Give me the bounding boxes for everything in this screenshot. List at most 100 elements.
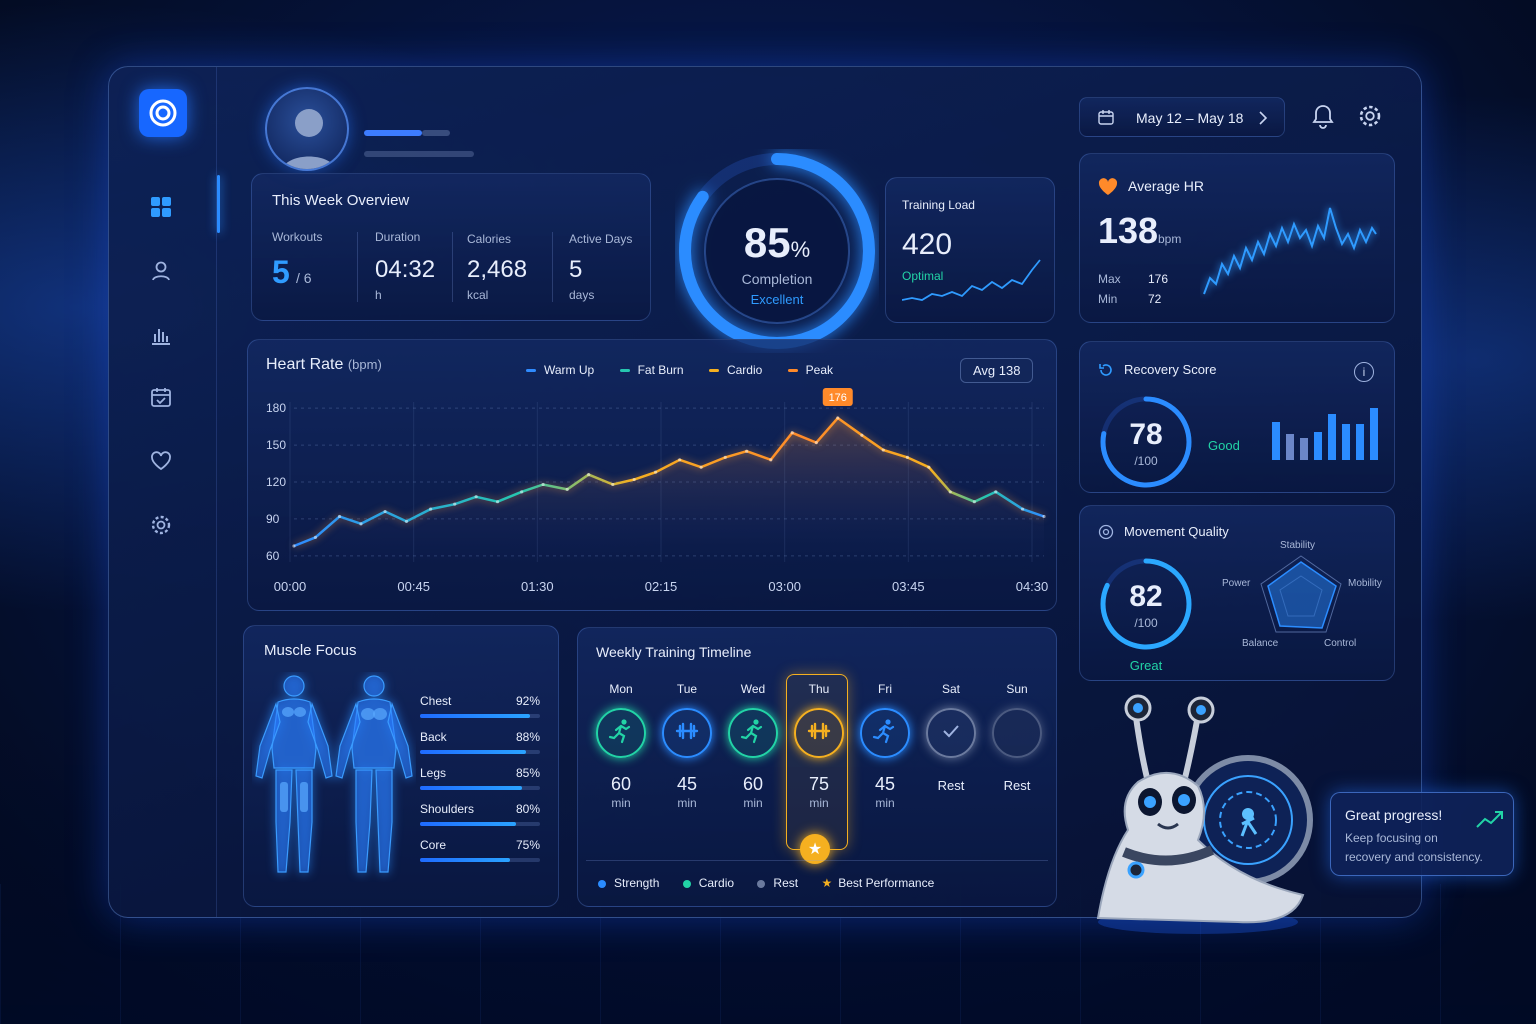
timeline-day-wed[interactable]: Wed 60 min: [726, 682, 780, 822]
muscle-pct: 92%: [515, 694, 540, 708]
timeline-day-sun[interactable]: Sun Rest: [990, 682, 1044, 822]
nav-analytics[interactable]: [147, 321, 175, 349]
dashboard-grid-icon: [151, 197, 171, 217]
hr-data-point: [520, 490, 524, 494]
completion-status: Excellent: [750, 292, 804, 307]
day-value: 45: [676, 774, 698, 794]
profile-name-placeholder-rest: [422, 130, 450, 136]
legend-cardio: Cardio: [682, 876, 734, 890]
hr-data-point: [994, 490, 998, 494]
heart-rate-title: Heart Rate (bpm): [266, 356, 382, 374]
legend-label: Peak: [805, 363, 834, 377]
x-tick-label: 00:00: [274, 579, 307, 594]
bell-icon[interactable]: [1311, 103, 1335, 129]
timeline-day-fri[interactable]: Fri 45 min: [858, 682, 912, 822]
muscle-body-figure: [255, 675, 413, 873]
chevron-right-icon[interactable]: [1258, 111, 1268, 125]
stat-label: Workouts: [272, 230, 323, 244]
timeline-day-mon[interactable]: Mon 60 min: [594, 682, 648, 822]
weekly-timeline-card: Weekly Training Timeline Mon 60 min Tue 45 mi…: [577, 627, 1057, 907]
stat-sub: / 6: [296, 270, 312, 286]
muscle-bar-fill: [420, 858, 510, 862]
day-activity-circle: [662, 708, 712, 758]
day-label: Sat: [941, 682, 960, 696]
avatar[interactable]: [265, 87, 349, 171]
legend-item: Warm Up: [526, 363, 594, 377]
nav-profile[interactable]: [147, 257, 175, 285]
timeline-day-sat[interactable]: Sat Rest: [924, 682, 978, 822]
hr-data-point: [927, 465, 931, 469]
legend-item: Fat Burn: [619, 363, 684, 377]
nav-dashboard[interactable]: [147, 193, 175, 221]
hr-data-point: [359, 522, 363, 526]
muscle-bar: [420, 858, 540, 862]
y-tick-label: 90: [266, 512, 280, 526]
settings-gear-icon[interactable]: [1358, 104, 1382, 128]
day-value: 45: [874, 774, 896, 794]
timeline-day-thu[interactable]: Thu 75 min: [792, 682, 846, 822]
recovery-status: Good: [1208, 438, 1240, 453]
day-label: Thu: [808, 682, 830, 696]
gear-icon: [151, 515, 171, 535]
radar-axis-mobility: Mobility: [1348, 578, 1382, 589]
day-activity-circle: [794, 708, 844, 758]
muscle-name: Shoulders: [420, 802, 475, 816]
x-tick-label: 00:45: [397, 579, 430, 594]
hr-data-point: [565, 487, 569, 491]
hr-data-point: [814, 441, 818, 445]
recovery-denominator: /100: [1134, 454, 1158, 468]
movement-denominator: /100: [1134, 616, 1158, 630]
x-tick-label: 01:30: [521, 579, 554, 594]
divider: [452, 232, 453, 302]
radar-axis-control: Control: [1324, 638, 1357, 649]
legend-best: ★ Best Performance: [821, 876, 934, 890]
stat-sub: days: [569, 288, 595, 302]
trend-up-icon: [1476, 811, 1503, 828]
dumbbell-icon: [674, 718, 700, 749]
divider: [552, 232, 553, 302]
date-range-picker[interactable]: May 12 – May 18: [1079, 97, 1285, 137]
stat-label: Duration: [375, 230, 421, 244]
dumbbell-icon: [806, 718, 832, 749]
week-overview-card: This Week Overview Workouts 5 / 6 Durati…: [251, 173, 651, 321]
legend-label: Best Performance: [838, 876, 935, 890]
day-activity-circle: [860, 708, 910, 758]
message-line-1: Keep focusing on: [1345, 831, 1438, 845]
hr-data-point: [881, 448, 885, 452]
muscle-bar: [420, 822, 540, 826]
movement-value: 82: [1129, 580, 1163, 613]
legend-label: Rest: [773, 876, 799, 890]
legend-dot: [598, 879, 606, 888]
completion-value-row: 85%: [675, 219, 879, 267]
muscle-bar: [420, 714, 540, 718]
chart-legend: Warm Up Fat Burn Cardio Peak: [526, 363, 833, 377]
average-hr-card: Average HR 138 bpm Max 176 Min 72: [1079, 153, 1395, 323]
training-load-card: Training Load 420 Optimal: [885, 177, 1055, 323]
stat-sub: h: [375, 288, 382, 302]
nav-settings[interactable]: [147, 511, 175, 539]
recovery-score-card: Recovery Score i 78 /100 Good: [1079, 341, 1395, 493]
day-unit: min: [611, 796, 631, 810]
app-logo[interactable]: [139, 89, 187, 137]
heart-rate-chart: 176 180 150 120 90 60 00:00 00:45 01:30 02:15 03:…: [266, 388, 1048, 594]
progress-message-bubble: Great progress! Keep focusing on recover…: [1330, 792, 1514, 876]
peak-label: 176: [829, 392, 847, 404]
legend-dot: [757, 879, 766, 888]
day-unit: min: [809, 796, 829, 810]
day-value: 60: [610, 774, 632, 794]
bar-chart-icon: [152, 329, 170, 345]
stat-value: 2,468: [467, 256, 528, 283]
muscle-bar: [420, 750, 540, 754]
legend-label: Strength: [614, 876, 660, 890]
muscle-pct: 80%: [515, 802, 540, 816]
hr-data-point: [292, 544, 296, 548]
nav-calendar[interactable]: [147, 383, 175, 411]
stat-value: 5: [569, 256, 583, 283]
hr-data-point: [860, 433, 864, 437]
check-icon: [940, 720, 962, 747]
info-icon[interactable]: i: [1354, 362, 1374, 382]
timeline-day-tue[interactable]: Tue 45 min: [660, 682, 714, 822]
nav-health[interactable]: [147, 447, 175, 475]
training-load-label: Training Load: [902, 198, 975, 212]
muscle-name: Core: [420, 838, 447, 852]
